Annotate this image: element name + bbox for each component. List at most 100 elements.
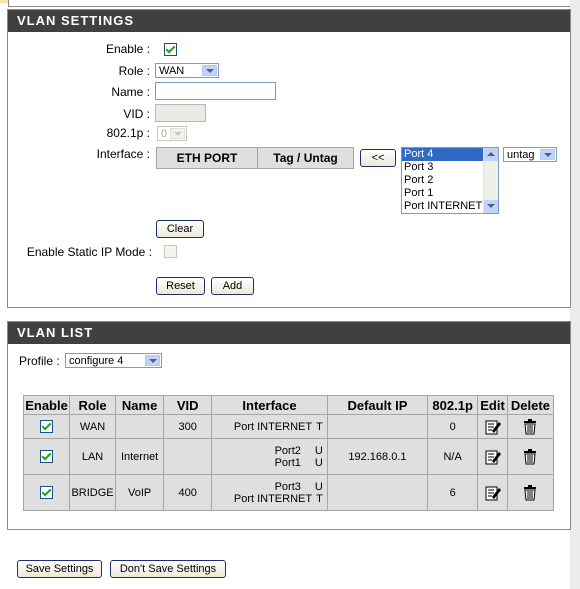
- interface-table: ETH PORT Tag / Untag: [156, 147, 354, 169]
- profile-select[interactable]: configure 4: [65, 353, 162, 368]
- save-settings-button[interactable]: Save Settings: [17, 560, 102, 578]
- col-vid: VID: [163, 395, 213, 415]
- name-label: Name :: [111, 85, 150, 99]
- vlan-list-table: Enable Role Name VID Interface Default I…: [22, 395, 555, 511]
- row-default-ip: 192.168.0.1: [326, 438, 429, 475]
- row-default-ip: [326, 414, 429, 439]
- chevron-down-icon: [145, 355, 160, 366]
- row-enable-cell: [22, 414, 71, 439]
- row-role: BRIDGE: [69, 474, 117, 511]
- iface-port: Port3: [274, 480, 301, 493]
- tag-untag-header: Tag / Untag: [257, 147, 354, 169]
- row-role: LAN: [69, 438, 117, 475]
- row-enable-cell: [22, 438, 71, 475]
- table-row: LAN Internet Port2 U Port1 U 192.168.0.1 N…: [22, 438, 555, 475]
- vlan-list-title: VLAN LIST: [8, 322, 570, 344]
- col-delete: Delete: [506, 395, 555, 415]
- enable-label: Enable :: [105, 42, 150, 56]
- dont-save-settings-button[interactable]: Don't Save Settings: [110, 560, 226, 578]
- table-row: WAN 300 Port INTERNET T 0: [22, 414, 555, 439]
- 8021p-value: 0: [161, 128, 168, 140]
- 8021p-label: 802.1p :: [106, 126, 150, 140]
- name-input[interactable]: [155, 82, 276, 100]
- iface-port: Port INTERNET: [233, 420, 313, 433]
- row-name: VoIP: [115, 474, 165, 511]
- role-value: WAN: [159, 65, 185, 77]
- profile-value: configure 4: [69, 355, 124, 367]
- chevron-down-icon: [540, 149, 555, 160]
- static-ip-label: Enable Static IP Mode :: [26, 245, 152, 259]
- iface-tag: U: [314, 456, 323, 469]
- row-edit-cell: [477, 474, 508, 511]
- row-vid: 300: [163, 414, 213, 439]
- reset-button[interactable]: Reset: [156, 277, 205, 295]
- row-delete-cell: [506, 438, 555, 475]
- row-enable-cell: [22, 474, 71, 511]
- iface-port: Port1: [274, 456, 301, 469]
- chevron-down-icon: [202, 65, 217, 76]
- add-button[interactable]: Add: [211, 277, 254, 295]
- vlan-list-panel: VLAN LIST Profile : configure 4 Enable R…: [7, 321, 571, 530]
- edit-icon[interactable]: [485, 449, 501, 465]
- role-label: Role :: [118, 64, 150, 78]
- row-enable-checkbox[interactable]: [40, 450, 54, 463]
- row-8021p: 0: [427, 414, 479, 439]
- row-delete-cell: [506, 474, 555, 511]
- trash-icon[interactable]: [522, 448, 538, 465]
- table-header-row: Enable Role Name VID Interface Default I…: [22, 395, 555, 415]
- row-8021p: N/A: [427, 438, 479, 475]
- trash-icon[interactable]: [522, 484, 538, 501]
- window-scrollbar[interactable]: [570, 0, 580, 589]
- row-8021p: 6: [427, 474, 479, 511]
- col-default-ip: Default IP: [326, 395, 429, 415]
- row-edit-cell: [477, 414, 508, 439]
- scroll-up-icon[interactable]: [484, 148, 498, 161]
- table-row: BRIDGE VoIP 400 Port3 U Port INTERNET T 6: [22, 474, 555, 511]
- profile-label: Profile :: [19, 354, 60, 368]
- static-ip-checkbox[interactable]: [164, 245, 177, 258]
- row-vid: [163, 438, 213, 475]
- row-edit-cell: [477, 438, 508, 475]
- iface-tag: T: [316, 492, 323, 505]
- iface-port: Port INTERNET: [233, 492, 313, 505]
- role-select[interactable]: WAN: [155, 63, 219, 78]
- row-interface: Port2 U Port1 U: [211, 438, 328, 475]
- interface-label: Interface :: [96, 147, 150, 161]
- col-name: Name: [115, 395, 165, 415]
- port-listbox[interactable]: Port 4 Port 3 Port 2 Port 1 Port INTERNE…: [401, 147, 499, 214]
- row-enable-checkbox[interactable]: [40, 420, 54, 433]
- col-interface: Interface: [211, 395, 328, 415]
- iface-tag: U: [314, 444, 323, 457]
- tag-value: untag: [507, 149, 535, 161]
- col-edit: Edit: [477, 395, 508, 415]
- tag-select[interactable]: untag: [503, 147, 557, 162]
- row-vid: 400: [163, 474, 213, 511]
- clear-button[interactable]: Clear: [156, 220, 204, 238]
- edit-icon[interactable]: [485, 419, 501, 435]
- iface-port: Port2: [274, 444, 301, 457]
- vid-label: VID :: [123, 107, 150, 121]
- move-port-button[interactable]: <<: [360, 149, 396, 167]
- row-interface: Port INTERNET T: [211, 414, 328, 439]
- enable-checkbox[interactable]: [164, 43, 177, 56]
- 8021p-select[interactable]: 0: [157, 126, 187, 141]
- row-default-ip: [326, 474, 429, 511]
- row-delete-cell: [506, 414, 555, 439]
- vid-input[interactable]: [155, 104, 206, 122]
- edit-icon[interactable]: [485, 485, 501, 501]
- col-role: Role: [69, 395, 117, 415]
- iface-tag: T: [316, 420, 323, 433]
- previous-panel-edge: [8, 0, 572, 7]
- row-name: [115, 414, 165, 439]
- chevron-down-icon: [170, 128, 185, 139]
- row-name: Internet: [115, 438, 165, 475]
- scroll-down-icon[interactable]: [484, 200, 498, 213]
- row-enable-checkbox[interactable]: [40, 486, 54, 499]
- eth-port-header: ETH PORT: [156, 147, 258, 169]
- listbox-scrollbar[interactable]: [483, 148, 498, 213]
- row-interface: Port3 U Port INTERNET T: [211, 474, 328, 511]
- vlan-settings-panel: VLAN SETTINGS Enable : Role : WAN Name :…: [7, 9, 571, 308]
- iface-tag: U: [314, 480, 323, 493]
- trash-icon[interactable]: [522, 418, 538, 435]
- vlan-settings-title: VLAN SETTINGS: [8, 10, 570, 32]
